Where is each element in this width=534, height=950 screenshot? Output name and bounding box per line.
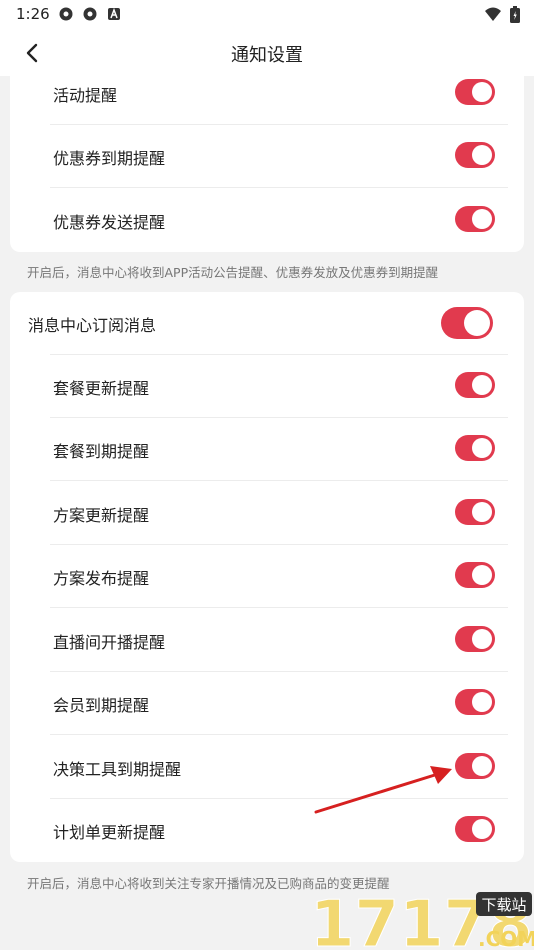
toggle-knob: [472, 692, 492, 712]
toggle-knob: [472, 145, 492, 165]
toggle-knob: [472, 565, 492, 585]
toggle-knob: [472, 502, 492, 522]
setting-label: 优惠券到期提醒: [53, 149, 166, 168]
setting-row-package-expiry[interactable]: 套餐到期提醒: [10, 418, 524, 481]
toggle-switch[interactable]: [455, 816, 495, 842]
toggle-knob: [472, 82, 492, 102]
watermark-tag: 下载站: [481, 896, 526, 914]
activity-notification-card: 活动提醒 优惠券到期提醒 优惠券发送提醒: [10, 70, 524, 252]
setting-label: 方案更新提醒: [53, 506, 150, 525]
toggle-switch[interactable]: [455, 372, 495, 398]
setting-row-package-update[interactable]: 套餐更新提醒: [10, 355, 524, 418]
toggle-switch[interactable]: [455, 79, 495, 105]
toggle-switch[interactable]: [455, 499, 495, 525]
setting-row-live-start[interactable]: 直播间开播提醒: [10, 609, 524, 672]
setting-label: 优惠券发送提醒: [53, 213, 166, 232]
setting-label: 活动提醒: [53, 86, 118, 105]
toggle-switch-main[interactable]: [441, 307, 493, 339]
setting-label: 计划单更新提醒: [53, 823, 166, 842]
toggle-knob: [472, 756, 492, 776]
status-time: 1:26: [16, 5, 50, 23]
toggle-switch[interactable]: [455, 142, 495, 168]
divider: [50, 734, 508, 735]
status-notification-icons: [58, 6, 122, 22]
setting-label: 套餐更新提醒: [53, 379, 150, 398]
toggle-knob: [472, 438, 492, 458]
toggle-switch[interactable]: [455, 626, 495, 652]
setting-row-coupon-send[interactable]: 优惠券发送提醒: [10, 189, 524, 252]
settings-gear-icon: [83, 7, 97, 21]
toggle-switch[interactable]: [455, 435, 495, 461]
setting-row-member-expiry[interactable]: 会员到期提醒: [10, 672, 524, 735]
setting-row-coupon-expiry[interactable]: 优惠券到期提醒: [10, 125, 524, 188]
setting-label: 决策工具到期提醒: [53, 760, 182, 779]
setting-row-plan-publish[interactable]: 方案发布提醒: [10, 545, 524, 608]
status-system-icons: [484, 6, 520, 23]
setting-label: 会员到期提醒: [53, 696, 150, 715]
toggle-knob: [472, 375, 492, 395]
notification-a-icon: [108, 7, 120, 20]
setting-label: 方案发布提醒: [53, 569, 150, 588]
group1-note: 开启后，消息中心将收到APP活动公告提醒、优惠券发放及优惠券到期提醒: [27, 265, 439, 280]
toggle-switch[interactable]: [455, 753, 495, 779]
setting-label: 直播间开播提醒: [53, 633, 166, 652]
setting-row-message-center[interactable]: 消息中心订阅消息: [10, 292, 524, 355]
annotation-arrow-icon: [314, 766, 452, 814]
watermark-logo: 17178 下载站 .COM: [310, 888, 534, 950]
battery-icon: [510, 6, 520, 23]
setting-label: 套餐到期提醒: [53, 442, 150, 461]
toggle-knob: [464, 310, 490, 336]
toggle-switch[interactable]: [455, 562, 495, 588]
toggle-switch[interactable]: [455, 206, 495, 232]
status-bar: 1:26: [0, 0, 534, 28]
watermark-domain: .COM: [478, 927, 534, 950]
toggle-knob: [472, 209, 492, 229]
divider: [50, 607, 508, 608]
toggle-knob: [472, 629, 492, 649]
toggle-switch[interactable]: [455, 689, 495, 715]
toggle-knob: [472, 819, 492, 839]
wifi-icon: [485, 7, 501, 21]
divider: [50, 480, 508, 481]
setting-row-activity[interactable]: 活动提醒: [10, 62, 524, 125]
settings-gear-icon: [59, 7, 73, 21]
setting-row-plan-update[interactable]: 方案更新提醒: [10, 482, 524, 545]
divider: [50, 187, 508, 188]
setting-label: 消息中心订阅消息: [28, 316, 157, 335]
